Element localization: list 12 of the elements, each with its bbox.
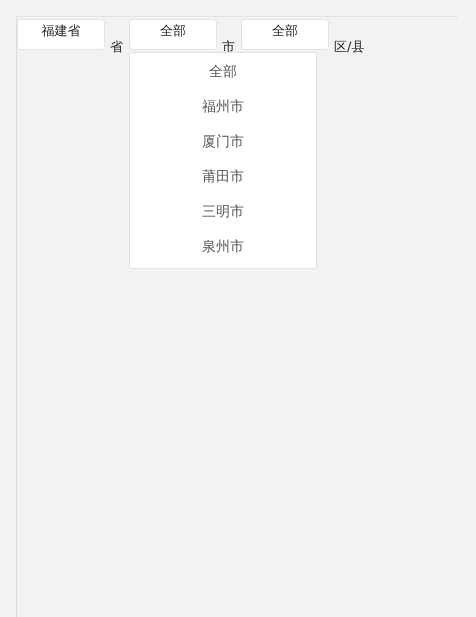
dropdown-option[interactable]: 泉州市 [130,231,316,266]
dropdown-option[interactable]: 全部 [130,56,316,91]
dropdown-option[interactable]: 福州市 [130,91,316,126]
select-box[interactable]: 全部 [241,19,329,50]
select-box[interactable]: 全部 [129,19,217,50]
dropdown-option[interactable]: 厦门市 [130,126,316,161]
dropdown-option[interactable]: 莆田市 [130,161,316,196]
unit-label: 省 [110,39,123,56]
unit-label: 区/县 [334,39,364,56]
unit-label: 市 [222,39,235,56]
select-box[interactable]: 福建省 [17,19,105,50]
dropdown-option[interactable]: 三明市 [130,196,316,231]
